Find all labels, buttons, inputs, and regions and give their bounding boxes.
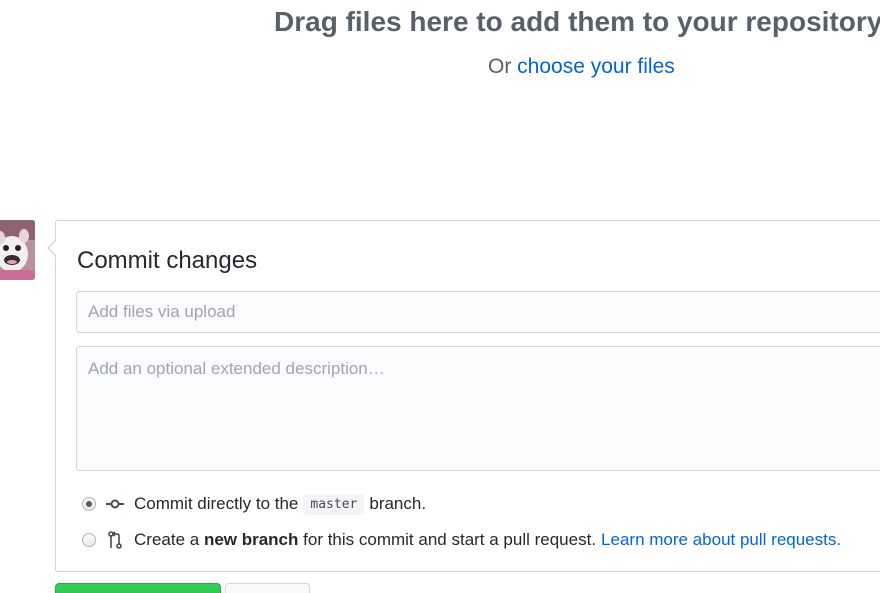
learn-more-pull-requests-link[interactable]: Learn more about pull requests. <box>601 530 841 550</box>
speech-caret-fill <box>49 241 56 255</box>
new-branch-middle: for this commit and start a pull request… <box>303 530 597 549</box>
commit-description-textarea[interactable] <box>76 346 880 471</box>
commit-changes-button[interactable] <box>55 583 221 593</box>
radio-selected-dot <box>86 501 92 507</box>
new-branch-prefix: Create a <box>134 530 200 549</box>
avatar-image <box>0 220 35 280</box>
commit-form: Commit changes Commit directly to the ma… <box>47 220 880 572</box>
dropzone-or-text: Or <box>488 55 512 78</box>
new-branch-bold: new branch <box>203 530 299 549</box>
commit-direct-radio[interactable] <box>82 497 96 511</box>
new-branch-radio[interactable] <box>82 533 96 547</box>
cancel-button[interactable] <box>225 583 310 593</box>
commit-direct-suffix: branch. <box>369 494 427 513</box>
git-pull-request-icon <box>106 531 124 549</box>
choose-files-link[interactable]: choose your files <box>517 55 675 78</box>
dropzone-title: Drag files here to add them to your repo… <box>274 6 880 37</box>
commit-summary-input[interactable] <box>76 291 880 333</box>
commit-heading: Commit changes <box>77 247 258 274</box>
dropzone-subtitle: Or choose your files <box>488 52 675 82</box>
git-commit-icon <box>106 495 124 513</box>
new-branch-option[interactable]: Create a new branch for this commit and … <box>82 528 841 552</box>
avatar[interactable] <box>0 220 35 280</box>
commit-direct-option[interactable]: Commit directly to the master branch. <box>82 492 426 516</box>
commit-direct-prefix: Commit directly to the <box>134 494 299 513</box>
branch-name: master <box>303 493 365 515</box>
